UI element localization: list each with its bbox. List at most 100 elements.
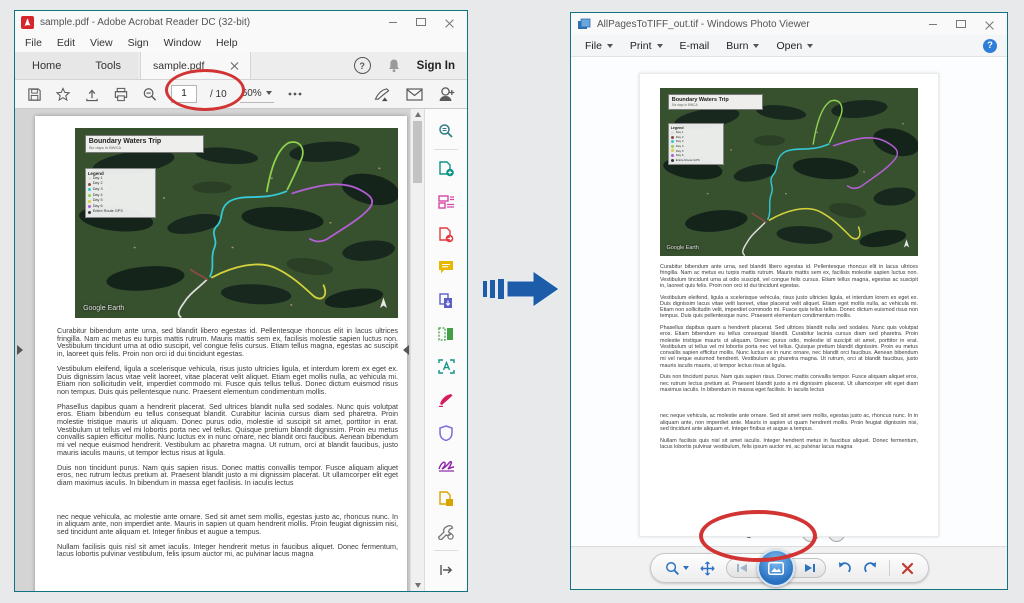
menu-open[interactable]: Open [772, 40, 817, 52]
menu-edit[interactable]: Edit [57, 37, 75, 49]
sign-in-button[interactable]: Sign In [417, 60, 455, 72]
menu-burn[interactable]: Burn [722, 40, 763, 52]
edit-pdf-tool-icon[interactable] [425, 185, 467, 218]
menu-file[interactable]: File [581, 40, 617, 52]
map-subtitle: Six days in BWCA [89, 145, 201, 150]
organize-pages-tool-icon[interactable] [425, 317, 467, 350]
paragraph: nec neque vehicula, ac molestie ante orn… [660, 413, 918, 432]
stamp-tool-icon[interactable] [425, 482, 467, 515]
tiff-text-body: Curabitur bibendum ante urna, sed blandi… [660, 264, 918, 450]
tools-pane-collapse-icon[interactable] [403, 345, 409, 355]
add-account-icon[interactable] [438, 86, 455, 102]
legend-marker-icon [88, 211, 91, 214]
photo-viewer-canvas: Boundary Waters Trip Six days in BWCA Le… [571, 57, 1007, 520]
map-credit: Google Earth [83, 305, 124, 312]
fill-sign-tool-icon[interactable] [425, 383, 467, 416]
paragraph: Phasellus dapibus quam a hendrerit place… [57, 403, 398, 457]
photo-viewer-window: AllPagesToTIFF_out.tif - Windows Photo V… [570, 12, 1008, 590]
menu-file[interactable]: File [25, 37, 42, 49]
tab-tools[interactable]: Tools [78, 52, 138, 79]
more-tools-icon[interactable] [425, 515, 467, 548]
menu-sign[interactable]: Sign [128, 37, 149, 49]
menu-print[interactable]: Print [626, 40, 667, 52]
zoom-button[interactable] [665, 561, 689, 576]
more-options-icon[interactable] [287, 91, 303, 97]
print-icon[interactable] [113, 87, 129, 102]
certificates-tool-icon[interactable] [425, 449, 467, 482]
share-upload-icon[interactable] [84, 87, 100, 102]
previous-image-button[interactable] [736, 563, 748, 573]
legend-marker-icon [671, 159, 674, 162]
paragraph: Phasellus dapibus quam a hendrerit place… [660, 325, 918, 369]
minimize-button[interactable] [921, 16, 945, 32]
open-tools-pane-icon[interactable] [425, 553, 467, 586]
create-pdf-tool-icon[interactable] [425, 152, 467, 185]
map-credit: Google Earth [666, 245, 698, 251]
save-icon[interactable] [27, 87, 42, 102]
legend-marker-icon [671, 131, 674, 134]
minimize-button[interactable] [381, 14, 405, 30]
pdf-text-body: Curabitur bibendum ante urna, sed blandi… [57, 327, 398, 558]
legend-item: Entire Route GPS [671, 158, 722, 163]
menu-email[interactable]: E-mail [676, 40, 714, 52]
rotate-clockwise-button[interactable] [863, 561, 878, 576]
protect-tool-icon[interactable] [425, 416, 467, 449]
paragraph: Curabitur bibendum ante urna, sed blandi… [57, 327, 398, 358]
scroll-up-icon[interactable] [415, 112, 421, 117]
page-count-annotation-ellipse [165, 69, 245, 111]
maximize-button[interactable] [409, 14, 433, 30]
map-legend: Legend Day 1 Day 2 Day 3 [85, 168, 156, 218]
photo-viewer-menubar: File Print E-mail Burn Open ? [571, 35, 1007, 57]
legend-marker-icon [671, 140, 674, 143]
search-tool-icon[interactable] [425, 114, 467, 147]
tab-close-icon[interactable] [230, 62, 238, 70]
menu-help[interactable]: Help [216, 37, 238, 49]
actual-size-button[interactable] [700, 561, 715, 576]
comment-tool-icon[interactable] [425, 251, 467, 284]
chevron-down-icon [807, 44, 813, 48]
scan-ocr-tool-icon[interactable] [425, 350, 467, 383]
help-icon[interactable]: ? [354, 57, 371, 74]
menu-window[interactable]: Window [164, 37, 201, 49]
slideshow-photo-icon [768, 562, 784, 575]
legend-marker-icon [671, 145, 674, 148]
tab-home[interactable]: Home [15, 52, 78, 79]
legend-item: Entire Route GPS [88, 209, 153, 215]
scrollbar-thumb[interactable] [413, 121, 422, 183]
maximize-button[interactable] [949, 16, 973, 32]
chevron-down-icon [607, 44, 613, 48]
rotate-counterclockwise-button[interactable] [837, 561, 852, 576]
legend-marker-icon [88, 183, 91, 186]
page-indicator-annotation-ellipse [699, 510, 817, 562]
fill-sign-pen-icon[interactable] [373, 87, 391, 102]
close-button[interactable] [437, 14, 461, 30]
legend-marker-icon [88, 188, 91, 191]
paragraph: Curabitur bibendum ante urna, sed blandi… [660, 264, 918, 289]
trip-map-image: Boundary Waters Trip Six days in BWCA Le… [660, 88, 918, 256]
next-image-button[interactable] [804, 563, 816, 573]
vertical-scrollbar[interactable] [410, 109, 424, 591]
paragraph: Vestibulum eleifend, ligula a scelerisqu… [660, 295, 918, 320]
satellite-terrain [75, 128, 398, 318]
close-button[interactable] [977, 16, 1001, 32]
chevron-down-icon [753, 44, 759, 48]
legend-marker-icon [88, 200, 91, 203]
satellite-terrain [660, 88, 918, 256]
map-title-box: Boundary Waters Trip Six days in BWCA [85, 135, 205, 153]
email-icon[interactable] [406, 88, 423, 101]
delete-button[interactable] [901, 562, 914, 575]
zoom-out-icon[interactable] [142, 87, 158, 102]
window-title: AllPagesToTIFF_out.tif - Windows Photo V… [597, 19, 810, 30]
star-icon[interactable] [55, 87, 71, 102]
navigation-pane-expand-icon[interactable] [17, 345, 23, 355]
paragraph: Duis non tincidunt purus. Nam quis sapie… [57, 464, 398, 487]
help-icon[interactable]: ? [983, 39, 997, 53]
chevron-down-icon [657, 44, 663, 48]
notifications-bell-icon[interactable] [387, 58, 401, 73]
acrobat-tools-pane [424, 109, 467, 591]
combine-files-tool-icon[interactable] [425, 284, 467, 317]
export-pdf-tool-icon[interactable] [425, 218, 467, 251]
paragraph: Vestibulum eleifend, ligula a scelerisqu… [57, 365, 398, 396]
scroll-down-icon[interactable] [415, 583, 421, 588]
menu-view[interactable]: View [90, 37, 113, 49]
